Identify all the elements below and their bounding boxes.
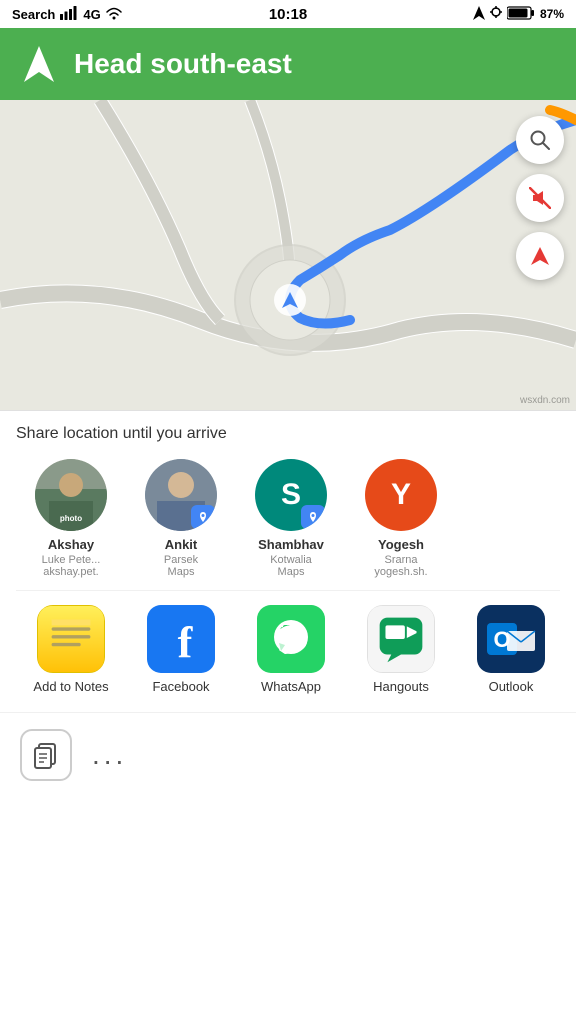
contact-yogesh[interactable]: Y Yogesh Srarna yogesh.sh. (346, 455, 456, 582)
status-left: Search 4G (12, 6, 122, 23)
contact-sub-akshay: Luke Pete... (42, 554, 101, 566)
contact-avatar-yogesh: Y (365, 459, 437, 531)
battery-icon (507, 6, 535, 23)
contact-sub-yogesh: Srarna (384, 554, 417, 566)
map-location-button[interactable] (516, 232, 564, 280)
signal-icon (60, 6, 78, 23)
maps-badge-shambhav (301, 505, 325, 529)
contact-name-shambhav: Shambhav (258, 537, 324, 554)
notes-app-label: Add to Notes (33, 679, 108, 694)
status-bar: Search 4G 10:18 (0, 0, 576, 28)
watermark: wsxdn.com (520, 395, 570, 406)
app-hangouts[interactable]: Hangouts (346, 601, 456, 698)
share-title: Share location until you arrive (16, 425, 560, 443)
app-outlook[interactable]: O Outlook (456, 601, 560, 698)
contacts-row: photo Akshay Luke Pete... akshay.pet. (16, 455, 560, 590)
svg-text:photo: photo (60, 514, 82, 523)
contact-avatar-ankit (145, 459, 217, 531)
location-status-icon (490, 6, 502, 23)
app-notes[interactable]: Add to Notes (16, 601, 126, 698)
nav-direction-arrow (20, 45, 58, 83)
gps-icon (473, 6, 485, 23)
contact-avatar-akshay: photo (35, 459, 107, 531)
nav-header: Head south-east (0, 28, 576, 100)
contact-name-ankit: Ankit (165, 537, 198, 554)
contact-email-yogesh: yogesh.sh. (374, 566, 427, 578)
map-search-button[interactable] (516, 116, 564, 164)
contact-email-shambhav: Maps (278, 566, 305, 578)
contact-shambhav[interactable]: S Shambhav Kotwalia Maps (236, 455, 346, 582)
contact-ankit[interactable]: Ankit Parsek Maps (126, 455, 236, 582)
whatsapp-app-icon (257, 605, 325, 673)
contact-name-yogesh: Yogesh (378, 537, 424, 554)
facebook-app-icon: f (147, 605, 215, 673)
contact-sub-ankit: Parsek (164, 554, 198, 566)
status-time: 10:18 (269, 6, 307, 23)
maps-badge-ankit (191, 505, 215, 529)
network-label: 4G (83, 7, 100, 22)
whatsapp-app-label: WhatsApp (261, 679, 321, 694)
contact-name-akshay: Akshay (48, 537, 94, 554)
contact-email-ankit: Maps (168, 566, 195, 578)
copy-link-button[interactable] (20, 729, 72, 781)
contact-sub-shambhav: Kotwalia (270, 554, 312, 566)
map-mute-button[interactable] (516, 174, 564, 222)
contact-email-akshay: akshay.pet. (43, 566, 98, 578)
contact-akshay[interactable]: photo Akshay Luke Pete... akshay.pet. (16, 455, 126, 582)
hangouts-app-label: Hangouts (373, 679, 429, 694)
app-share-row: Add to Notes f Facebook (16, 590, 560, 704)
app-facebook[interactable]: f Facebook (126, 601, 236, 698)
facebook-app-label: Facebook (152, 679, 209, 694)
contact-avatar-shambhav: S (255, 459, 327, 531)
svg-text:f: f (178, 618, 194, 667)
bottom-more-row: ... (0, 712, 576, 797)
hangouts-app-icon (367, 605, 435, 673)
map-area: wsxdn.com (0, 100, 576, 410)
wifi-icon (106, 6, 122, 23)
status-right: 87% (473, 6, 564, 23)
outlook-app-icon: O (477, 605, 545, 673)
notes-app-icon (37, 605, 105, 673)
outlook-app-label: Outlook (489, 679, 534, 694)
app-whatsapp[interactable]: WhatsApp (236, 601, 346, 698)
search-label: Search (12, 7, 55, 22)
share-section: Share location until you arrive photo Ak… (0, 410, 576, 712)
nav-title: Head south-east (74, 48, 292, 80)
battery-pct: 87% (540, 7, 564, 21)
more-button[interactable]: ... (92, 739, 127, 771)
